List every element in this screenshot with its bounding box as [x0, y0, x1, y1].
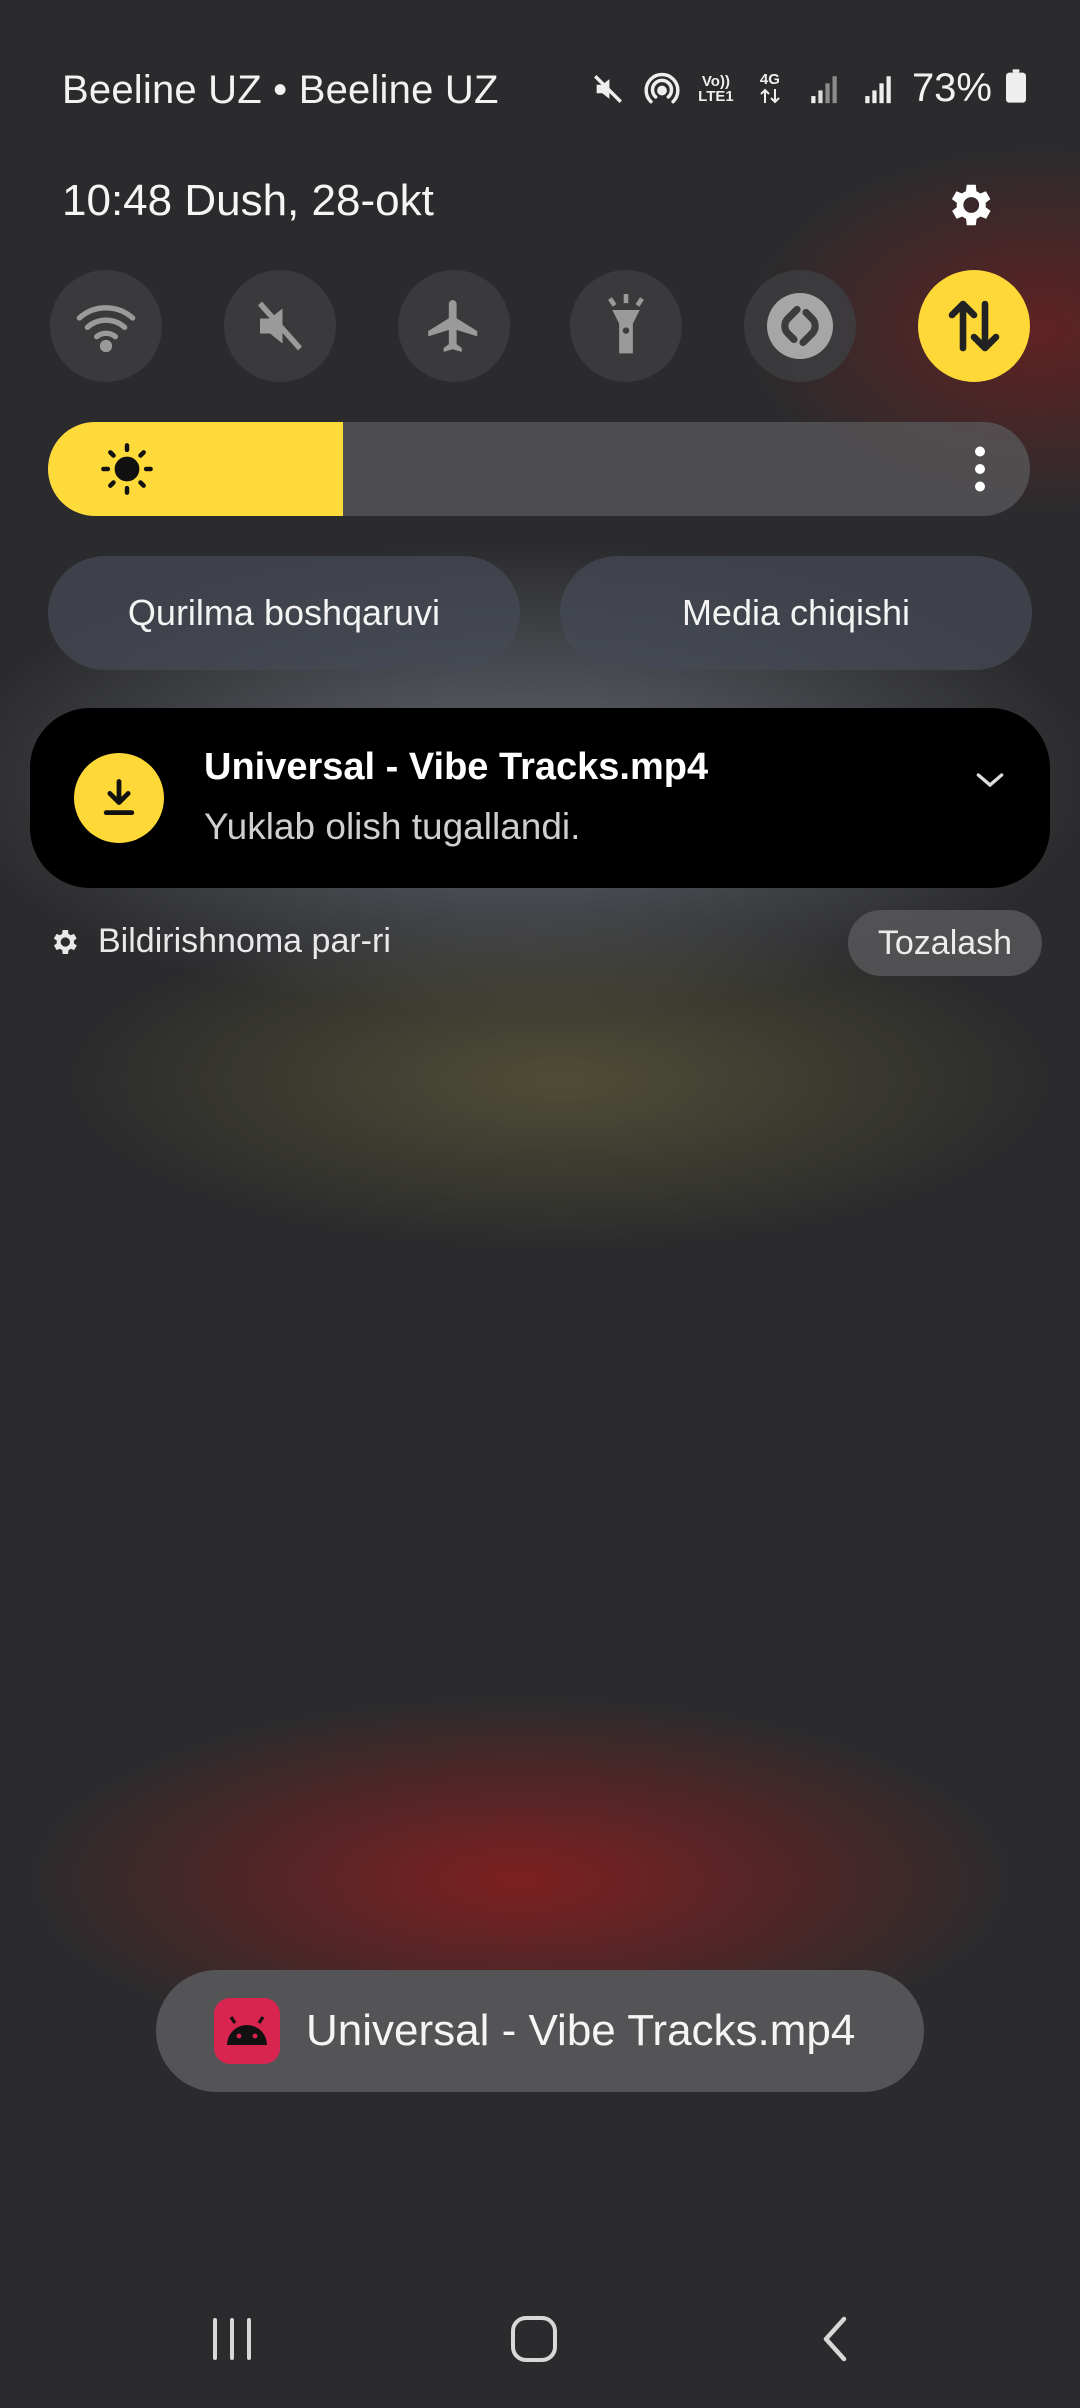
toggle-flashlight[interactable] [570, 270, 682, 382]
recents-button[interactable] [192, 2306, 272, 2372]
data-arrows-icon [948, 300, 1000, 352]
home-button[interactable] [494, 2306, 574, 2372]
hotspot-icon [642, 69, 682, 109]
data-arrows-icon: 4G [750, 69, 790, 109]
gear-icon [53, 929, 77, 954]
toast-text: Universal - Vibe Tracks.mp4 [306, 2006, 856, 2055]
gear-icon [951, 184, 991, 226]
mute-icon [257, 301, 303, 351]
carrier-label: Beeline UZ • Beeline UZ [62, 68, 499, 112]
clear-button[interactable]: Tozalash [848, 910, 1042, 976]
network-type-label: 4G [759, 71, 780, 88]
notification-text: Yuklab olish tugallandi. [204, 806, 581, 847]
brightness-slider[interactable] [48, 422, 1030, 516]
mute-icon [588, 69, 628, 109]
notification-settings-label: Bildirishnoma par-ri [98, 922, 391, 960]
home-icon [511, 2316, 557, 2362]
toggle-sound[interactable] [224, 270, 336, 382]
toast: Universal - Vibe Tracks.mp4 [156, 1970, 924, 2092]
signal-icon [858, 69, 898, 109]
toggle-mobile-data[interactable] [918, 270, 1030, 382]
wifi-icon [76, 305, 136, 353]
toggle-wifi[interactable] [50, 270, 162, 382]
settings-button[interactable] [938, 174, 1000, 236]
battery-percent: 73% [911, 66, 992, 110]
brightness-fill [48, 422, 343, 516]
shazam-icon [767, 293, 833, 359]
time-date: 10:48 Dush, 28-okt [62, 176, 434, 225]
sun-icon [101, 443, 153, 495]
back-button[interactable] [796, 2306, 876, 2372]
notification-title: Universal - Vibe Tracks.mp4 [204, 746, 709, 788]
chevron-down-icon[interactable] [970, 760, 1010, 800]
volte-label-top: Vo)) [701, 72, 730, 90]
flashlight-icon [608, 294, 644, 354]
airplane-icon [428, 300, 478, 352]
more-vert-icon[interactable] [968, 444, 992, 494]
back-icon [823, 2316, 847, 2362]
download-icon [103, 779, 135, 816]
notification-settings-link[interactable]: Bildirishnoma par-ri [48, 922, 391, 961]
signal-icon [804, 69, 844, 109]
toggle-shazam[interactable] [744, 270, 856, 382]
volte-label-bottom: LTE1 [698, 87, 734, 105]
android-icon [214, 1998, 280, 2064]
download-notification[interactable]: Universal - Vibe Tracks.mp4 Yuklab olish… [30, 708, 1050, 888]
battery-icon [1006, 69, 1026, 108]
device-control-button[interactable]: Qurilma boshqaruvi [48, 556, 520, 670]
volte-icon: Vo)) LTE1 [696, 69, 736, 109]
status-icons: Vo)) LTE1 4G 73% [588, 66, 1026, 111]
toggle-airplane[interactable] [398, 270, 510, 382]
notification-icon [74, 753, 164, 843]
media-output-button[interactable]: Media chiqishi [560, 556, 1032, 670]
recents-icon [213, 2318, 251, 2360]
